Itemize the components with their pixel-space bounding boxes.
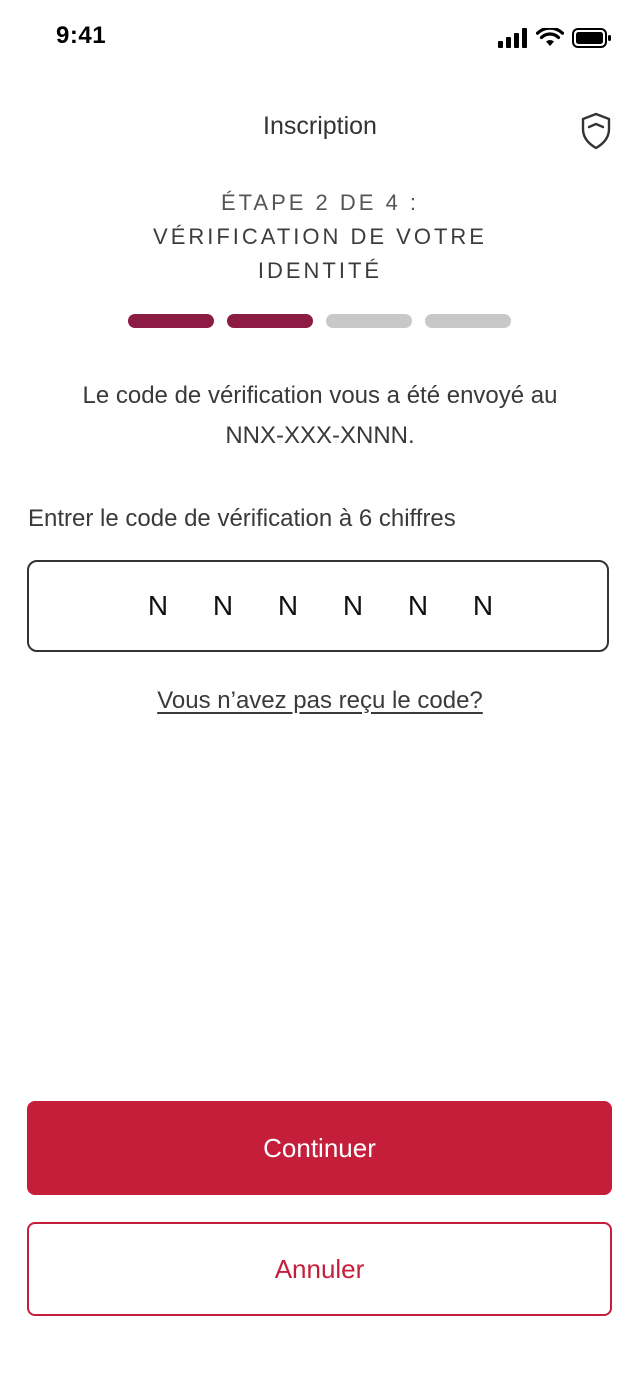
code-digit-4: N [342,590,364,621]
progress-segment-1 [128,314,214,328]
code-digit-1: N [147,590,169,621]
cancel-button[interactable]: Annuler [27,1222,612,1316]
step-progress-bar [128,314,512,328]
message-line1: Le code de vérification vous a été envoy… [82,382,558,409]
code-field-label: Entrer le code de vérification à 6 chiff… [28,505,456,532]
continue-button[interactable]: Continuer [27,1101,612,1195]
page-title: Inscription [263,112,377,140]
masked-phone-number: NNX-XXX-XNNN. [225,422,415,449]
cellular-signal-icon [498,28,527,48]
battery-icon [572,28,611,48]
status-time: 9:41 [56,22,107,49]
status-bar: 9:41 [0,0,640,80]
step-counter: ÉTAPE 2 DE 4 : [220,190,420,215]
code-digit-6: N [472,590,494,621]
shield-icon [581,112,611,150]
progress-segment-2 [227,314,313,328]
status-icons [498,28,612,48]
step-title-line2: IDENTITÉ [257,258,383,283]
verification-message: Le code de vérification vous a été envoy… [40,376,600,456]
step-heading: ÉTAPE 2 DE 4 : VÉRIFICATION DE VOTRE IDE… [120,186,520,288]
progress-segment-3 [326,314,412,328]
code-digit-2: N [212,590,234,621]
code-digit-3: N [277,590,299,621]
progress-segment-4 [425,314,511,328]
code-digit-5: N [407,590,429,621]
step-title-line1: VÉRIFICATION DE VOTRE [153,224,487,249]
resend-code-link[interactable]: Vous n’avez pas reçu le code? [0,687,640,715]
wifi-icon [536,28,564,46]
verification-code-input[interactable]: NNNNNN [27,560,609,652]
